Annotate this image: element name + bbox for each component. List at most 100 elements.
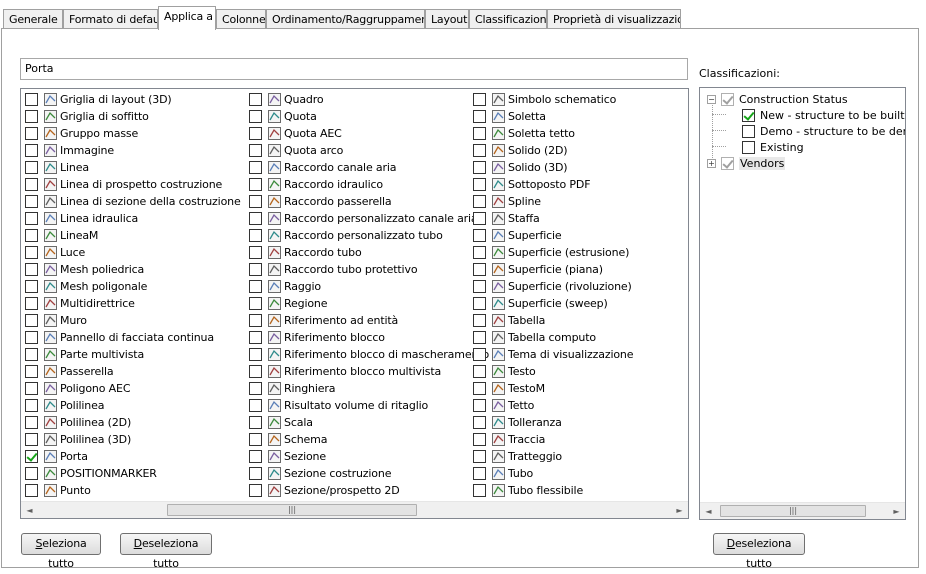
list-item[interactable]: Raccordo passerella: [249, 193, 392, 210]
tab-proprieta-di-visualizzazione[interactable]: Proprietà di visualizzazione: [547, 9, 681, 29]
item-checkbox[interactable]: [473, 467, 486, 480]
list-item[interactable]: Punto: [25, 482, 91, 499]
list-item[interactable]: Sezione/prospetto 2D: [249, 482, 400, 499]
list-item[interactable]: Riferimento blocco: [249, 329, 385, 346]
item-checkbox[interactable]: [249, 467, 262, 480]
list-item[interactable]: Tetto: [473, 397, 534, 414]
scroll-thumb[interactable]: |||: [167, 504, 417, 516]
list-item[interactable]: Gruppo masse: [25, 125, 138, 142]
item-checkbox[interactable]: [473, 229, 486, 242]
list-item[interactable]: Soletta tetto: [473, 125, 575, 142]
tree-checkbox[interactable]: [721, 92, 734, 106]
list-item[interactable]: Raccordo canale aria: [249, 159, 397, 176]
list-item[interactable]: Raccordo tubo: [249, 244, 362, 261]
item-checkbox[interactable]: [249, 110, 262, 123]
item-checkbox[interactable]: [249, 399, 262, 412]
scroll-right-arrow[interactable]: ►: [671, 502, 688, 518]
list-item[interactable]: Tema di visualizzazione: [473, 346, 634, 363]
item-checkbox[interactable]: [25, 365, 38, 378]
list-item[interactable]: Luce: [25, 244, 85, 261]
list-item[interactable]: Linea idraulica: [25, 210, 138, 227]
list-item[interactable]: Quadro: [249, 91, 324, 108]
item-checkbox[interactable]: [249, 178, 262, 191]
tab-ordinamento[interactable]: Ordinamento/Raggruppamento: [266, 9, 425, 29]
item-checkbox[interactable]: [249, 382, 262, 395]
list-item[interactable]: Riferimento ad entità: [249, 312, 398, 329]
list-item[interactable]: Linea: [25, 159, 89, 176]
list-item[interactable]: Risultato volume di ritaglio: [249, 397, 428, 414]
list-item[interactable]: Raccordo tubo protettivo: [249, 261, 418, 278]
item-checkbox[interactable]: [25, 195, 38, 208]
list-item[interactable]: Poligono AEC: [25, 380, 131, 397]
item-checkbox[interactable]: [249, 433, 262, 446]
tree-checkbox[interactable]: [742, 108, 755, 122]
list-item[interactable]: Porta: [25, 448, 88, 465]
list-item[interactable]: Raccordo idraulico: [249, 176, 383, 193]
tab-classificazioni[interactable]: Classificazioni: [469, 9, 547, 29]
item-checkbox[interactable]: [25, 93, 38, 106]
expand-icon[interactable]: +: [707, 158, 716, 168]
item-checkbox[interactable]: [249, 195, 262, 208]
deselect-all-classifications-button[interactable]: Deseleziona tutto: [713, 533, 805, 570]
scroll-right-arrow[interactable]: ►: [888, 503, 905, 519]
item-checkbox[interactable]: [25, 484, 38, 497]
item-checkbox[interactable]: [25, 161, 38, 174]
item-checkbox[interactable]: [25, 467, 38, 480]
list-item[interactable]: Quota AEC: [249, 125, 342, 142]
item-checkbox[interactable]: [473, 263, 486, 276]
classification-tree[interactable]: − Construction Status New - structure to…: [699, 87, 906, 520]
list-item[interactable]: Spline: [473, 193, 541, 210]
item-checkbox[interactable]: [25, 229, 38, 242]
item-checkbox[interactable]: [473, 314, 486, 327]
item-checkbox[interactable]: [25, 246, 38, 259]
item-checkbox[interactable]: [249, 127, 262, 140]
tab-layout[interactable]: Layout: [425, 9, 469, 29]
list-item[interactable]: Raccordo personalizzato tubo: [249, 227, 443, 244]
list-item[interactable]: Raggio: [249, 278, 321, 295]
list-item[interactable]: Staffa: [473, 210, 540, 227]
item-checkbox[interactable]: [473, 433, 486, 446]
tree-checkbox[interactable]: [742, 124, 755, 138]
item-checkbox[interactable]: [249, 280, 262, 293]
item-checkbox[interactable]: [473, 280, 486, 293]
item-checkbox[interactable]: [473, 212, 486, 225]
item-checkbox[interactable]: [25, 144, 38, 157]
item-checkbox[interactable]: [25, 280, 38, 293]
list-item[interactable]: Sottoposto PDF: [473, 176, 591, 193]
item-checkbox[interactable]: [25, 127, 38, 140]
item-checkbox[interactable]: [473, 484, 486, 497]
list-item[interactable]: Schema: [249, 431, 327, 448]
item-checkbox[interactable]: [473, 195, 486, 208]
list-item[interactable]: Regione: [249, 295, 328, 312]
list-item[interactable]: Superficie (sweep): [473, 295, 608, 312]
collapse-icon[interactable]: −: [707, 94, 716, 104]
list-item[interactable]: Riferimento blocco multivista: [249, 363, 441, 380]
search-input[interactable]: Porta: [20, 58, 688, 80]
list-item[interactable]: Testo: [473, 363, 536, 380]
scroll-left-arrow[interactable]: ◄: [700, 503, 717, 519]
list-item[interactable]: Sezione costruzione: [249, 465, 391, 482]
item-checkbox[interactable]: [473, 348, 486, 361]
item-checkbox[interactable]: [25, 263, 38, 276]
item-checkbox[interactable]: [473, 144, 486, 157]
item-checkbox[interactable]: [25, 110, 38, 123]
item-checkbox[interactable]: [249, 450, 262, 463]
horizontal-scrollbar[interactable]: ◄ ||| ►: [21, 501, 688, 518]
list-item[interactable]: Parte multivista: [25, 346, 144, 363]
item-checkbox[interactable]: [473, 127, 486, 140]
item-checkbox[interactable]: [473, 382, 486, 395]
item-checkbox[interactable]: [473, 178, 486, 191]
item-checkbox[interactable]: [25, 433, 38, 446]
list-item[interactable]: Riferimento blocco di mascheramento: [249, 346, 489, 363]
item-checkbox[interactable]: [25, 331, 38, 344]
item-checkbox[interactable]: [25, 399, 38, 412]
list-item[interactable]: Immagine: [25, 142, 114, 159]
select-all-button[interactable]: Seleziona tutto: [21, 533, 101, 570]
list-item[interactable]: Superficie (rivoluzione): [473, 278, 632, 295]
item-checkbox[interactable]: [473, 161, 486, 174]
list-item[interactable]: Multidirettrice: [25, 295, 135, 312]
item-checkbox[interactable]: [25, 178, 38, 191]
tab-generale[interactable]: Generale: [3, 9, 63, 29]
tree-node-vendors[interactable]: + Vendors: [707, 155, 786, 171]
list-item[interactable]: TestoM: [473, 380, 545, 397]
